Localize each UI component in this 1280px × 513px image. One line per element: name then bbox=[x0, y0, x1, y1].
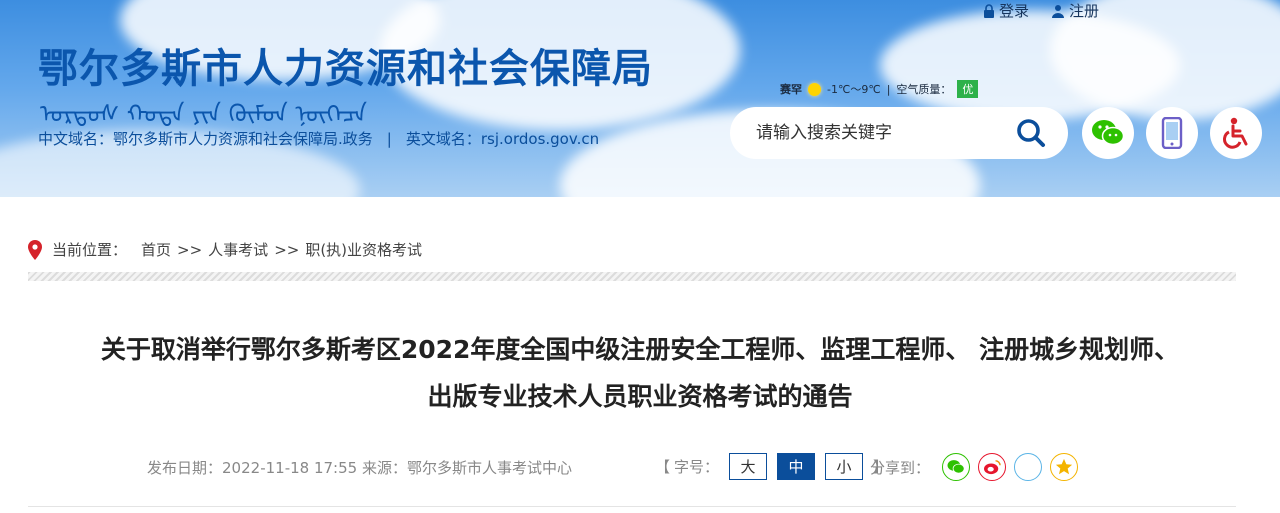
font-size-medium-button[interactable]: 中 bbox=[777, 453, 816, 480]
cn-domain: 鄂尔多斯市人力资源和社会保障局.政务 bbox=[113, 130, 373, 148]
mobile-button[interactable] bbox=[1146, 107, 1198, 159]
weather-separator: | bbox=[886, 82, 891, 96]
star-icon bbox=[1055, 458, 1073, 475]
search-input[interactable] bbox=[756, 123, 1006, 143]
en-domain: rsj.ordos.gov.cn bbox=[480, 130, 600, 148]
cn-domain-label: 中文域名： bbox=[38, 130, 114, 148]
qq-icon bbox=[1021, 460, 1035, 474]
share-qq-button[interactable] bbox=[1014, 453, 1043, 481]
air-quality-badge: 优 bbox=[957, 80, 979, 98]
publish-date: 2022-11-18 17:55 bbox=[222, 459, 358, 477]
breadcrumb-qualification-exam[interactable]: 职(执)业资格考试 bbox=[305, 239, 422, 260]
fontsize-label: 字号： bbox=[674, 458, 720, 476]
breadcrumb-divider bbox=[28, 272, 1236, 281]
register-link[interactable]: 注册 bbox=[1051, 0, 1099, 21]
location-pin-icon bbox=[28, 239, 42, 260]
weather-city: 赛罕 bbox=[780, 83, 802, 96]
source-value: 鄂尔多斯市人事考试中心 bbox=[406, 459, 572, 477]
weather-widget: 赛罕 -1℃～9℃ | 空气质量： 优 bbox=[780, 80, 979, 98]
header-banner: 鄂尔多斯市人力资源和社会保障局 ᠣᠷᠳᠣᠰ ᠬᠣᠲᠠ ᠶᠢᠨ ᠬᠦᠮᠦᠨ ᠨᠥᠭ… bbox=[0, 0, 1280, 197]
font-size-large-button[interactable]: 大 bbox=[729, 453, 768, 480]
article-meta: 发布日期：2022-11-18 17:55 来源：鄂尔多斯市人事考试中心 bbox=[147, 457, 572, 478]
article-title-line1: 关于取消举行鄂尔多斯考区2022年度全国中级注册安全工程师、监理工程师、 注册城… bbox=[100, 335, 1180, 364]
breadcrumb-arrow: >> bbox=[177, 240, 203, 259]
weather-temp: -1℃～9℃ bbox=[827, 83, 881, 96]
sun-icon bbox=[808, 82, 821, 96]
share-weibo-button[interactable] bbox=[978, 453, 1007, 481]
en-domain-label: 英文域名： bbox=[405, 130, 481, 148]
content-divider bbox=[28, 506, 1236, 507]
wechat-icon bbox=[1092, 120, 1125, 146]
source-label: 来源： bbox=[361, 459, 407, 477]
font-size-switcher: 【 字号： 大 中 小 】 bbox=[655, 453, 888, 480]
user-icon bbox=[1052, 4, 1065, 18]
article-title: 关于取消举行鄂尔多斯考区2022年度全国中级注册安全工程师、监理工程师、 注册城… bbox=[0, 326, 1280, 420]
login-label: 登录 bbox=[999, 2, 1030, 20]
domain-line: 中文域名：鄂尔多斯市人力资源和社会保障局.政务 | 英文域名：rsj.ordos.g… bbox=[38, 128, 599, 149]
fontsize-open-bracket: 【 bbox=[655, 458, 671, 476]
user-links: 登录 注册 bbox=[983, 0, 1099, 21]
accessibility-button[interactable] bbox=[1210, 107, 1262, 159]
font-size-small-button[interactable]: 小 bbox=[825, 453, 864, 480]
breadcrumb-label: 当前位置： bbox=[52, 241, 128, 259]
site-title[interactable]: 鄂尔多斯市人力资源和社会保障局 bbox=[38, 36, 653, 94]
share-wechat-button[interactable] bbox=[942, 453, 971, 481]
share-qzone-button[interactable] bbox=[1050, 453, 1079, 481]
register-label: 注册 bbox=[1069, 2, 1100, 20]
breadcrumb-personnel-exam[interactable]: 人事考试 bbox=[208, 239, 268, 260]
wechat-icon bbox=[947, 460, 965, 474]
share-bar: 分享到： bbox=[870, 453, 1079, 481]
mobile-phone-icon bbox=[1161, 117, 1183, 149]
domain-separator: | bbox=[386, 130, 392, 148]
wheelchair-icon bbox=[1223, 117, 1248, 149]
breadcrumb-arrow: >> bbox=[274, 240, 300, 259]
article-title-line2: 出版专业技术人员职业资格考试的通告 bbox=[427, 382, 853, 411]
search-box bbox=[730, 107, 1068, 159]
breadcrumb-home[interactable]: 首页 bbox=[141, 239, 171, 260]
lock-icon bbox=[984, 3, 994, 18]
publish-date-label: 发布日期： bbox=[147, 459, 223, 477]
login-link[interactable]: 登录 bbox=[983, 0, 1029, 21]
weibo-icon bbox=[984, 460, 1001, 475]
mongolian-title: ᠣᠷᠳᠣᠰ ᠬᠣᠲᠠ ᠶᠢᠨ ᠬᠦᠮᠦᠨ ᠨᠥᠭᠡᠴᠡ bbox=[40, 100, 368, 128]
air-quality-label: 空气质量： bbox=[896, 83, 952, 96]
share-label: 分享到： bbox=[870, 458, 931, 477]
search-icon[interactable] bbox=[1016, 118, 1046, 148]
breadcrumb: 当前位置： 首页 >> 人事考试 >> 职(执)业资格考试 bbox=[28, 239, 422, 260]
wechat-button[interactable] bbox=[1082, 107, 1134, 159]
